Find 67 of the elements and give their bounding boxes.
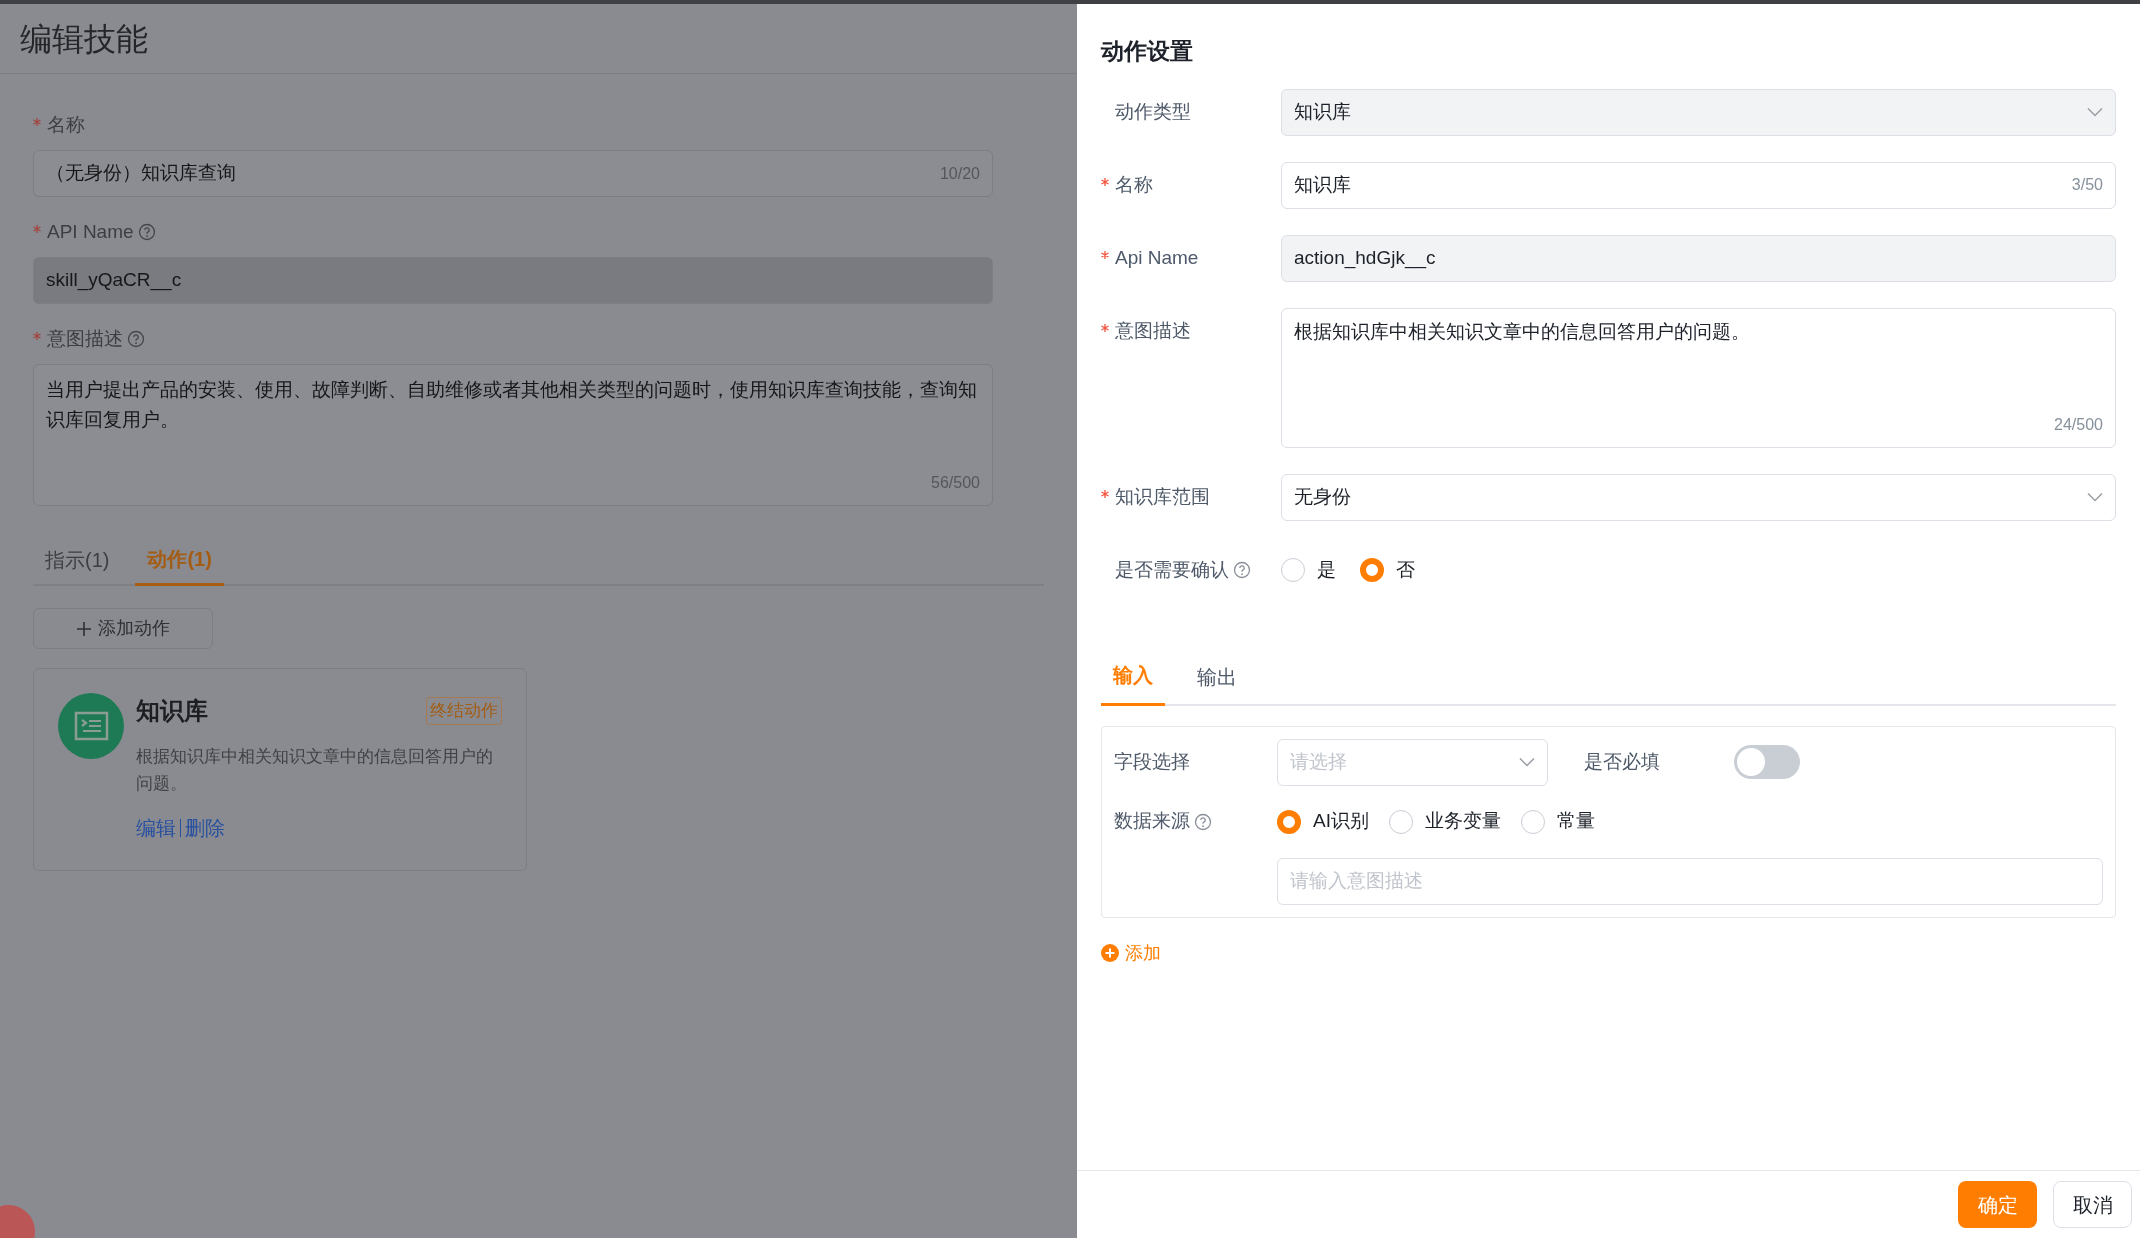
input-field[interactable]: 知识库 3/50	[1281, 161, 2116, 209]
field-value: （无身份）知识库查询	[46, 161, 236, 186]
radio-button[interactable]	[1277, 809, 1301, 834]
field-label: 是否必填	[1584, 749, 1661, 774]
required-mark-icon	[1101, 251, 1109, 259]
required-mark-icon	[1101, 490, 1109, 498]
radio-button[interactable]	[1520, 809, 1545, 834]
field-label: 意图描述	[1115, 318, 1191, 343]
toggle-switch[interactable]	[1734, 745, 1800, 779]
help-icon[interactable]	[1233, 561, 1251, 579]
field-label: 动作类型	[1115, 99, 1191, 124]
required-mark-icon	[33, 332, 41, 340]
tab[interactable]: 指示(1)	[33, 534, 122, 586]
field-label: 是否需要确认	[1115, 557, 1229, 582]
plus-icon	[76, 620, 92, 637]
field-label: 名称	[1115, 172, 1153, 197]
field-value: 当用户提出产品的安装、使用、故障判断、自助维修或者其他相关类型的问题时，使用知识库查询技能，查询知识库回复用户。	[46, 378, 978, 432]
help-icon[interactable]	[127, 330, 145, 348]
page-title: 编辑技能	[20, 19, 148, 59]
chevron-down-icon	[1519, 757, 1535, 767]
chevron-down-icon	[2087, 492, 2103, 502]
plus-circle-icon	[1101, 944, 1119, 962]
placeholder-text: 请选择	[1290, 749, 1347, 774]
radio-button[interactable]	[1360, 558, 1384, 582]
select-field[interactable]: 无身份	[1281, 473, 2116, 521]
textarea-field[interactable]: 当用户提出产品的安装、使用、故障判断、自助维修或者其他相关类型的问题时，使用知识库查询技能，查询知识库回复用户。 56/500	[33, 364, 993, 506]
cancel-button[interactable]: 取消	[2053, 1181, 2132, 1228]
card-title: 知识库	[136, 696, 208, 726]
field-value: 知识库	[1294, 99, 1351, 124]
required-mark-icon	[33, 118, 41, 126]
radio-label[interactable]: 是	[1317, 555, 1336, 585]
radio-label[interactable]: 否	[1396, 555, 1415, 585]
input-field[interactable]: （无身份）知识库查询 10/20	[33, 150, 993, 197]
char-counter: 3/50	[2071, 175, 2103, 195]
radio-label[interactable]: 业务变量	[1424, 807, 1501, 836]
list-icon	[58, 693, 124, 759]
radio-button[interactable]	[1281, 558, 1305, 582]
placeholder-text: 请输入意图描述	[1290, 868, 1423, 893]
field-label: 名称	[47, 112, 85, 137]
field-label: Api Name	[1115, 245, 1199, 270]
field-value: 无身份	[1294, 484, 1351, 509]
drawer-title: 动作设置	[1101, 37, 1194, 66]
char-counter: 10/20	[939, 163, 980, 184]
field-label: 意图描述	[47, 326, 123, 351]
radio-button[interactable]	[1388, 809, 1413, 834]
chevron-down-icon	[2087, 107, 2103, 117]
field-value: 知识库	[1294, 172, 1351, 197]
field-label: 字段选择	[1114, 749, 1191, 774]
char-counter: 56/500	[931, 473, 980, 493]
textarea-field[interactable]: 根据知识库中相关知识文章中的信息回答用户的问题。 24/500	[1281, 307, 2116, 448]
add-action-button[interactable]: 添加动作	[33, 608, 213, 649]
char-counter: 24/500	[2054, 414, 2103, 435]
help-icon[interactable]	[1194, 812, 1212, 831]
required-mark-icon	[1101, 324, 1109, 332]
required-mark-icon	[33, 225, 41, 233]
tab[interactable]: 输出	[1185, 647, 1249, 706]
field-value: 根据知识库中相关知识文章中的信息回答用户的问题。	[1294, 319, 1751, 344]
field-value: action_hdGjk__c	[1294, 245, 1436, 271]
required-mark-icon	[1101, 178, 1109, 186]
field-label: 数据来源	[1114, 809, 1190, 834]
card-description: 根据知识库中相关知识文章中的信息回答用户的问题。	[136, 746, 494, 795]
radio-label[interactable]: AI识别	[1313, 807, 1369, 836]
terminal-action-tag: 终结动作	[426, 697, 502, 725]
radio-label[interactable]: 常量	[1556, 807, 1595, 836]
field-value: skill_yQaCR__c	[46, 268, 182, 293]
field-label: API Name	[47, 219, 134, 244]
field-label: 知识库范围	[1115, 484, 1210, 509]
